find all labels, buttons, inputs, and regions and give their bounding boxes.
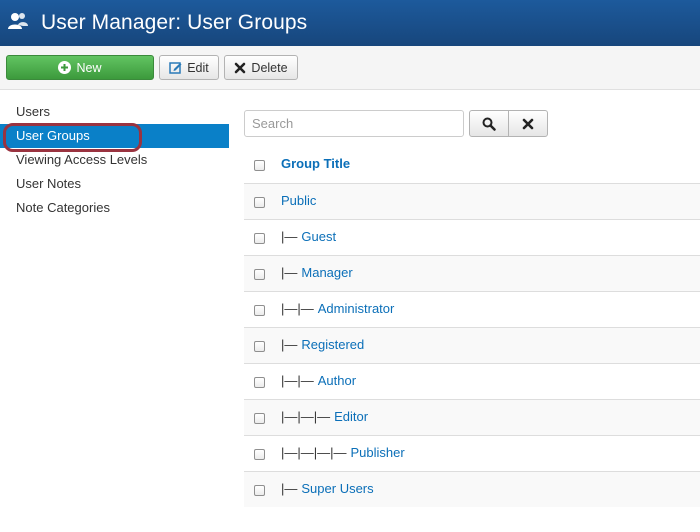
tree-prefix: |—|— [281, 373, 314, 388]
search-button[interactable] [469, 110, 509, 137]
table-row: |—|— Author [244, 363, 700, 399]
clear-search-button[interactable] [508, 110, 548, 137]
tree-prefix: |— [281, 337, 298, 352]
table-row: |—|— Administrator [244, 291, 700, 327]
delete-button[interactable]: Delete [224, 55, 298, 80]
plus-circle-icon [58, 61, 72, 74]
edit-button[interactable]: Edit [159, 55, 219, 80]
table-header-row: Group Title [244, 147, 700, 183]
table-row: |— Guest [244, 219, 700, 255]
page-header: User Manager: User Groups [0, 0, 700, 46]
tree-prefix: |— [281, 229, 298, 244]
group-link[interactable]: Guest [301, 229, 336, 244]
group-link[interactable]: Manager [301, 265, 352, 280]
close-icon [235, 62, 246, 73]
row-checkbox[interactable] [254, 485, 265, 496]
tree-prefix: |— [281, 265, 298, 280]
table-row: Public [244, 183, 700, 219]
row-checkbox[interactable] [254, 341, 265, 352]
table-row: |— Manager [244, 255, 700, 291]
row-checkbox[interactable] [254, 305, 265, 316]
search-icon [482, 117, 496, 131]
select-all-checkbox[interactable] [254, 160, 265, 171]
edit-icon [169, 62, 182, 74]
table-row: |—|—|— Editor [244, 399, 700, 435]
page-title: User Manager: User Groups [41, 11, 308, 34]
group-link[interactable]: Super Users [301, 481, 373, 496]
new-button-label: New [76, 60, 102, 75]
sidebar-item-viewing-access-levels[interactable]: Viewing Access Levels [0, 148, 229, 172]
search-input[interactable] [244, 110, 464, 137]
column-header-group-title[interactable]: Group Title [281, 156, 350, 171]
group-link[interactable]: Public [281, 193, 316, 208]
group-link[interactable]: Administrator [318, 301, 395, 316]
group-link[interactable]: Publisher [351, 445, 405, 460]
row-checkbox[interactable] [254, 377, 265, 388]
row-checkbox[interactable] [254, 269, 265, 280]
group-link[interactable]: Registered [301, 337, 364, 352]
group-link[interactable]: Author [318, 373, 356, 388]
row-checkbox[interactable] [254, 449, 265, 460]
users-icon [8, 13, 28, 29]
table-row: |— Super Users [244, 471, 700, 507]
edit-button-label: Edit [187, 60, 209, 75]
close-icon [522, 118, 534, 129]
new-button[interactable]: New [6, 55, 154, 80]
tree-prefix: |— [281, 481, 298, 496]
row-checkbox[interactable] [254, 233, 265, 244]
table-row: |—|—|—|— Publisher [244, 435, 700, 471]
row-checkbox[interactable] [254, 197, 265, 208]
sidebar-item-users[interactable]: Users [0, 100, 229, 124]
tree-prefix: |—|—|—|— [281, 445, 347, 460]
table-row: |— Registered [244, 327, 700, 363]
user-groups-table: Group Title Public |— Guest |— Manager |—|… [244, 147, 700, 507]
toolbar: New Edit Delete [0, 46, 700, 90]
sidebar-item-user-groups[interactable]: User Groups [0, 124, 229, 148]
tree-prefix: |—|—|— [281, 409, 331, 424]
sidebar-item-note-categories[interactable]: Note Categories [0, 196, 229, 220]
delete-button-label: Delete [251, 60, 288, 75]
sidebar-item-user-notes[interactable]: User Notes [0, 172, 229, 196]
group-link[interactable]: Editor [334, 409, 368, 424]
row-checkbox[interactable] [254, 413, 265, 424]
tree-prefix: |—|— [281, 301, 314, 316]
